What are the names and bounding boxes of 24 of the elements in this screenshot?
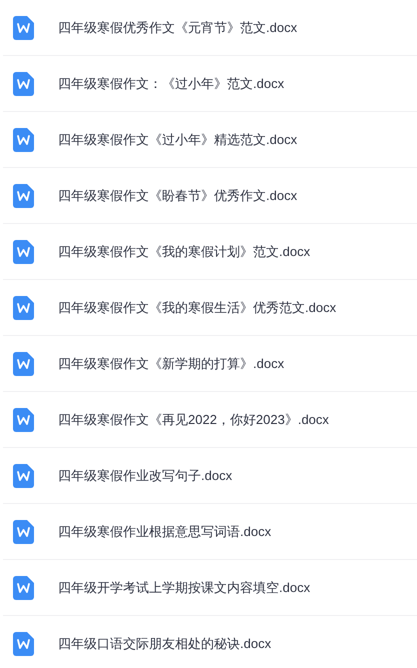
file-name[interactable]: 四年级寒假作业根据意思写词语.docx — [58, 522, 272, 542]
document-icon — [13, 464, 34, 488]
document-icon — [13, 240, 34, 264]
document-icon — [13, 576, 34, 600]
file-name[interactable]: 四年级寒假作文《过小年》精选范文.docx — [58, 130, 298, 150]
document-icon — [13, 632, 34, 656]
file-name[interactable]: 四年级开学考试上学期按课文内容填空.docx — [58, 578, 310, 598]
file-name[interactable]: 四年级寒假作业改写句子.docx — [58, 466, 232, 486]
file-name[interactable]: 四年级寒假优秀作文《元宵节》范文.docx — [58, 18, 298, 38]
document-icon — [13, 72, 34, 96]
document-icon — [13, 16, 34, 40]
file-name[interactable]: 四年级寒假作文《我的寒假计划》范文.docx — [58, 242, 310, 262]
document-icon — [13, 408, 34, 432]
document-icon — [13, 184, 34, 208]
file-name[interactable]: 四年级口语交际朋友相处的秘诀.docx — [58, 634, 272, 654]
document-icon — [13, 352, 34, 376]
document-icon — [13, 296, 34, 320]
file-name[interactable]: 四年级寒假作文《我的寒假生活》优秀范文.docx — [58, 298, 336, 318]
document-icon — [13, 520, 34, 544]
document-icon — [13, 128, 34, 152]
file-name[interactable]: 四年级寒假作文《盼春节》优秀作文.docx — [58, 186, 298, 206]
file-name[interactable]: 四年级寒假作文《再见2022，你好2023》.docx — [58, 410, 329, 430]
file-name[interactable]: 四年级寒假作文《新学期的打算》.docx — [58, 354, 284, 374]
file-name[interactable]: 四年级寒假作文：《过小年》范文.docx — [58, 74, 284, 94]
